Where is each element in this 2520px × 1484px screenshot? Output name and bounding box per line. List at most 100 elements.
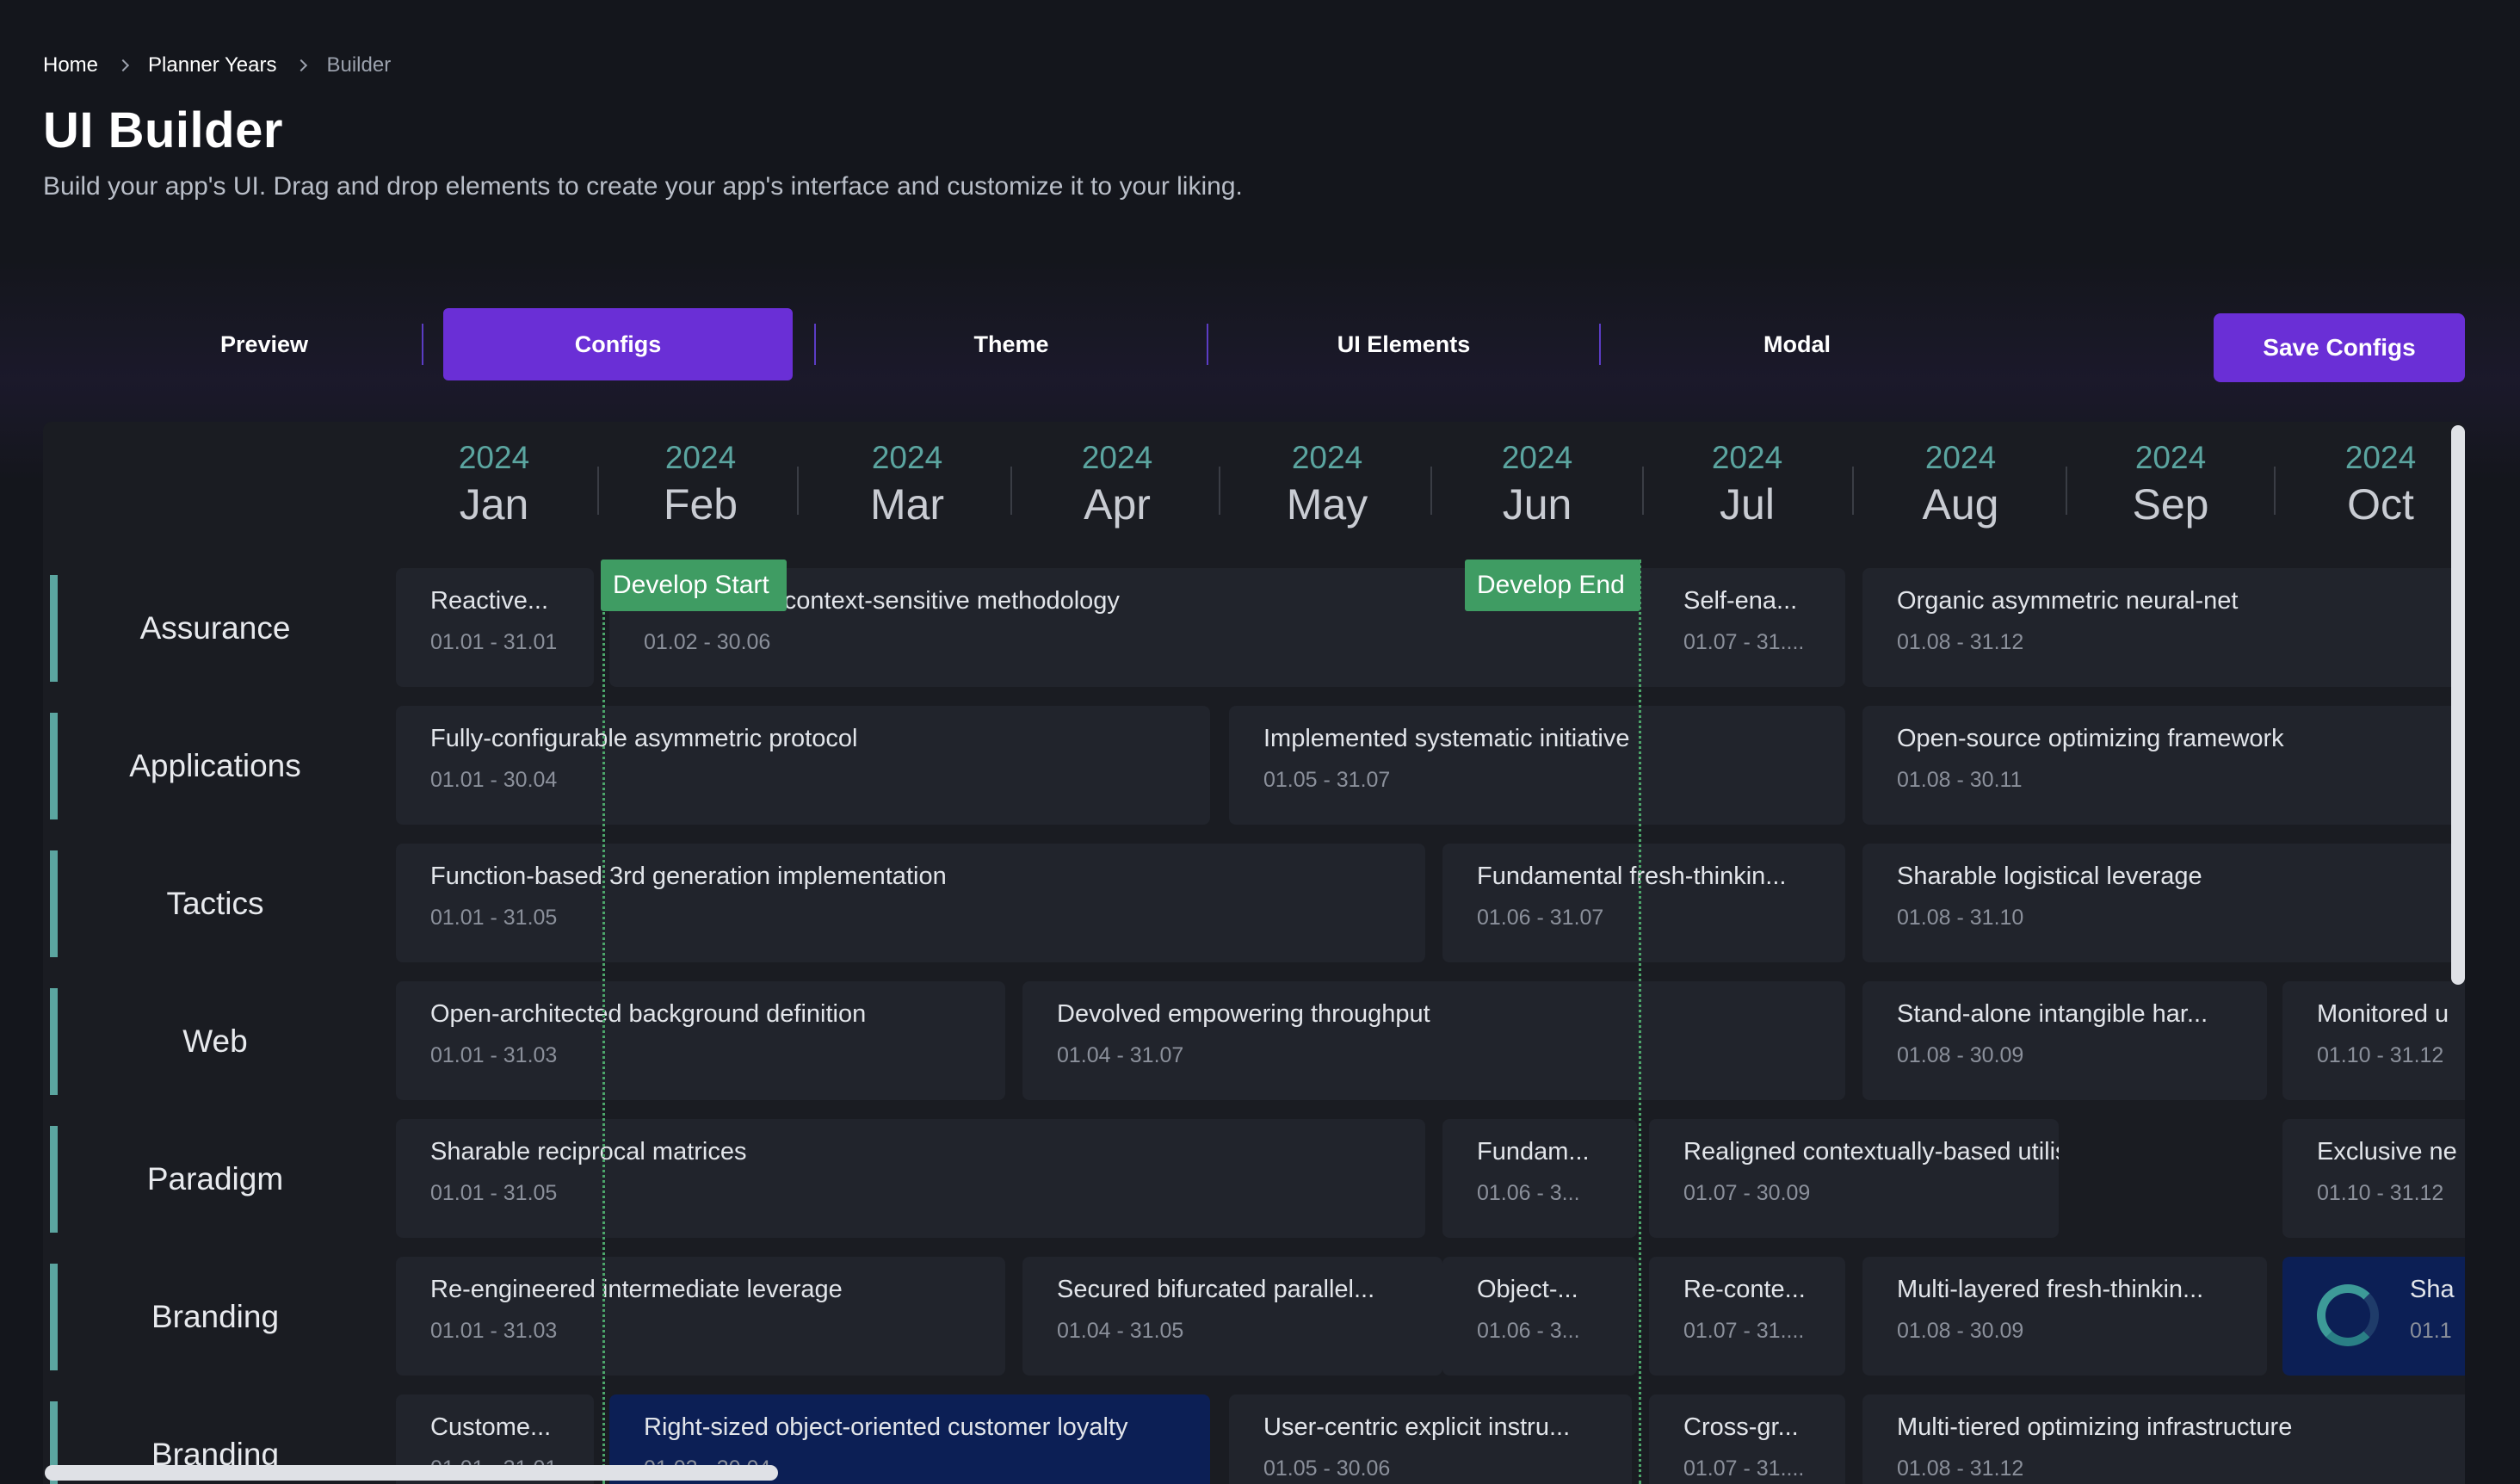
timeline-item[interactable]: Sharable reciprocal matrices 01.01 - 31.0…	[396, 1119, 1425, 1238]
breadcrumb-planner-years[interactable]: Planner Years	[148, 53, 276, 77]
month-mar: 2024 Mar	[821, 439, 993, 532]
row-label-text: Branding	[151, 1299, 280, 1334]
vertical-scrollbar[interactable]	[2451, 425, 2465, 985]
month-name: Sep	[2132, 480, 2209, 529]
month-feb: 2024 Feb	[615, 439, 787, 532]
timeline-item[interactable]: Stand-alone intangible har... 01.08 - 30.…	[1862, 981, 2267, 1100]
timeline-item[interactable]: Secured bifurcated parallel... 01.04 - 31…	[1022, 1257, 1442, 1376]
month-name: May	[1286, 480, 1368, 529]
timeline-item[interactable]: Fundamental fresh-thinkin... 01.06 - 31.0…	[1442, 844, 1845, 962]
timeline-item-title: Open-architected background definition	[430, 1000, 867, 1028]
month-aug: 2024 Aug	[1875, 439, 2047, 532]
month-year: 2024	[1291, 440, 1363, 475]
month-year: 2024	[2344, 440, 2417, 475]
month-may: 2024 May	[1241, 439, 1413, 532]
timeline-item[interactable]: Multi-tiered optimizing infrastructure 01…	[1862, 1394, 2465, 1484]
timeline-item-dates: 01.06 - 3...	[1477, 1319, 1580, 1343]
timeline-item[interactable]: Re-conte... 01.07 - 31....	[1649, 1257, 1845, 1376]
timeline-item[interactable]: Monitored u 01.10 - 31.12	[2282, 981, 2465, 1100]
month-year: 2024	[1081, 440, 1153, 475]
tab-preview[interactable]: Preview	[90, 308, 439, 380]
timeline-item[interactable]: Reactive... 01.01 - 31.01	[396, 568, 594, 687]
timeline-item[interactable]: User-centric explicit instru... 01.05 - 3…	[1229, 1394, 1632, 1484]
timeline-item-dates: 01.07 - 31....	[1683, 1456, 1805, 1481]
timeline-item[interactable]: Fully-configurable asymmetric protocol 01…	[396, 706, 1210, 825]
timeline-item-dates: 01.08 - 31.12	[1897, 630, 2024, 654]
timeline-item-dates: 01.1	[2410, 1319, 2452, 1343]
timeline-item-dates: 01.04 - 31.05	[1057, 1319, 1184, 1343]
timeline-item[interactable]: Re-engineered intermediate leverage 01.01…	[396, 1257, 1005, 1376]
month-name: Jan	[459, 480, 529, 529]
timeline-item[interactable]: Sha 01.1	[2282, 1257, 2465, 1376]
month-divider	[2274, 467, 2276, 515]
timeline-item-title: Re-engineered intermediate leverage	[430, 1276, 843, 1303]
month-name: Aug	[1922, 480, 1999, 529]
timeline-item[interactable]: Function-based 3rd generation implementa…	[396, 844, 1425, 962]
timeline-item[interactable]: Implemented systematic initiative 01.05 -…	[1229, 706, 1845, 825]
row-label-applications: Applications	[43, 709, 387, 819]
timeline-item[interactable]: Organic asymmetric neural-net 01.08 - 31.…	[1862, 568, 2465, 687]
timeline-item[interactable]: Sharable logistical leverage 01.08 - 31.1…	[1862, 844, 2465, 962]
timeline-item-dates: 01.05 - 31.07	[1263, 768, 1391, 792]
month-year: 2024	[1501, 440, 1573, 475]
timeline-item[interactable]: Devolved empowering throughput 01.04 - 31…	[1022, 981, 1845, 1100]
tab-configs[interactable]: Configs	[443, 308, 793, 380]
tab-divider	[1599, 324, 1601, 365]
timeline-item-dates: 01.01 - 31.01	[430, 630, 558, 654]
month-divider	[1852, 467, 1854, 515]
month-jun: 2024 Jun	[1451, 439, 1623, 532]
milestone-flag-end[interactable]: Develop End	[1465, 560, 1640, 611]
breadcrumb-home[interactable]: Home	[43, 53, 98, 77]
timeline-item[interactable]: Cross-gr... 01.07 - 31....	[1649, 1394, 1845, 1484]
timeline-item-title: Fully-configurable asymmetric protocol	[430, 725, 858, 752]
breadcrumb: Home Planner Years Builder	[43, 50, 391, 81]
row-label-paradigm: Paradigm	[43, 1122, 387, 1233]
month-divider	[1219, 467, 1220, 515]
timeline-item-title: Secured bifurcated parallel...	[1057, 1276, 1375, 1303]
timeline-item-title: Reactive...	[430, 587, 548, 615]
timeline-item-title: Organic asymmetric neural-net	[1897, 587, 2239, 615]
row-label-assurance: Assurance	[43, 572, 387, 682]
timeline-item-title: Re-conte...	[1683, 1276, 1806, 1303]
timeline-item[interactable]: Exclusive ne 01.10 - 31.12	[2282, 1119, 2465, 1238]
timeline-item[interactable]: Realigned contextually-based utilisation…	[1649, 1119, 2059, 1238]
timeline-item[interactable]: Open-architected background definition 01…	[396, 981, 1005, 1100]
timeline-item[interactable]: Self-ena... 01.07 - 31....	[1649, 568, 1845, 687]
month-name: Mar	[869, 480, 945, 529]
month-jan: 2024 Jan	[408, 439, 580, 532]
tab-theme[interactable]: Theme	[837, 308, 1186, 380]
milestone-flag-start[interactable]: Develop Start	[601, 560, 787, 611]
timeline-item-dates: 01.05 - 30.06	[1263, 1456, 1391, 1481]
timeline-item-title: Sharable logistical leverage	[1897, 863, 2202, 890]
timeline-item[interactable]: Fundam... 01.06 - 3...	[1442, 1119, 1637, 1238]
timeline-item-dates: 01.08 - 31.12	[1897, 1456, 2024, 1481]
timeline-item[interactable]: Open-source optimizing framework 01.08 - …	[1862, 706, 2465, 825]
timeline-item-title: Function-based 3rd generation implementa…	[430, 863, 947, 890]
tab-divider	[1207, 324, 1208, 365]
timeline-item-title: User-centric explicit instru...	[1263, 1413, 1571, 1441]
timeline-item[interactable]: Object-... 01.06 - 3...	[1442, 1257, 1637, 1376]
timeline-item-dates: 01.01 - 30.04	[430, 768, 558, 792]
timeline-item-dates: 01.07 - 30.09	[1683, 1181, 1811, 1205]
timeline-item-title: Open-source optimizing framework	[1897, 725, 2284, 752]
timeline-item-dates: 01.01 - 31.05	[430, 906, 558, 930]
month-year: 2024	[664, 440, 737, 475]
timeline-item-dates: 01.02 - 30.06	[644, 630, 771, 654]
month-name: Jun	[1502, 480, 1572, 529]
milestone-line	[602, 560, 605, 1484]
tab-modal[interactable]: Modal	[1622, 308, 1972, 380]
row-label-text: Paradigm	[146, 1161, 284, 1196]
save-configs-button[interactable]: Save Configs	[2214, 313, 2465, 382]
tab-ui-elements[interactable]: UI Elements	[1229, 308, 1578, 380]
month-oct: 2024 Oct	[2295, 439, 2465, 532]
loading-spinner-icon	[2317, 1284, 2379, 1346]
horizontal-scrollbar[interactable]	[45, 1465, 778, 1481]
timeline-item-dates: 01.07 - 31....	[1683, 1319, 1805, 1343]
timeline-item-title: Fundam...	[1477, 1138, 1590, 1166]
timeline-item-dates: 01.10 - 31.12	[2317, 1181, 2444, 1205]
timeline-item-title: Stand-alone intangible har...	[1897, 1000, 2208, 1028]
month-year: 2024	[458, 440, 530, 475]
milestone-line	[1639, 560, 1641, 1484]
chevron-right-icon	[116, 59, 130, 72]
timeline-item[interactable]: Multi-layered fresh-thinkin... 01.08 - 30…	[1862, 1257, 2267, 1376]
